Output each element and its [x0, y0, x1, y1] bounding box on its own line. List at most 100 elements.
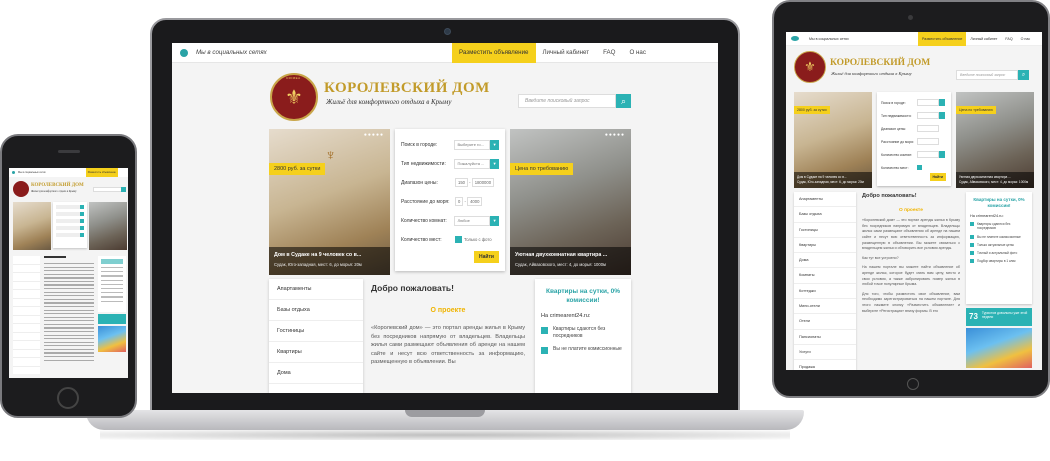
price-range[interactable]	[917, 125, 939, 132]
nav-about[interactable]: О нас	[1017, 32, 1035, 46]
social-icon[interactable]	[791, 36, 799, 41]
sidebar-item[interactable]: Пансионаты	[794, 330, 856, 345]
social-icon[interactable]	[180, 48, 188, 57]
sidebar-item[interactable]: Услуги	[794, 345, 856, 361]
sidebar-item[interactable]: Дома	[794, 253, 856, 269]
about-text-2: На нашем портале вы можете найти объявле…	[862, 265, 960, 287]
sidebar-item[interactable]: Продажа	[794, 360, 856, 370]
chevron-down-icon[interactable]: ▼	[490, 215, 499, 226]
top-nav: Разместить объявление Личный кабинет FAQ…	[452, 43, 653, 63]
type-select[interactable]	[917, 112, 939, 119]
nav-post-ad[interactable]: Разместить объявление	[918, 32, 967, 46]
chevron-down-icon[interactable]	[939, 99, 945, 106]
sidebar-item[interactable]: Квартиры	[794, 238, 856, 254]
camera-icon	[444, 28, 451, 35]
listing-title[interactable]: Дом в Судаке на 9 человек со в...	[274, 252, 385, 258]
promo-title: Квартиры на сутки, 0% комиссии!	[973, 197, 1025, 208]
nav-faq[interactable]: FAQ	[1001, 32, 1016, 46]
find-button[interactable]: Найти	[474, 251, 499, 263]
find-button[interactable]: Найти	[929, 173, 946, 181]
price-from-input[interactable]: 150	[455, 178, 468, 187]
sidebar-item[interactable]: Базы отдыха	[794, 207, 856, 223]
search-form: Поиск в городе: Выберите го... ▼ Тип нед…	[395, 129, 505, 271]
sidebar-item[interactable]: Апартаменты	[794, 192, 856, 208]
promo-site: На crimearent24.ru:	[970, 214, 1004, 218]
promo-block: Квартиры на сутки, 0% комиссии! На crime…	[535, 279, 631, 393]
hero-section: ●●●●● ♆ 2800 руб. за сутки Дом в Судаке …	[172, 129, 718, 279]
category-sidebar: Апартаменты Базы отдыха Гостиницы Кварти…	[269, 279, 363, 393]
stats-badge[interactable]: 73 Туристов довольны уже этой недели	[966, 308, 1032, 326]
listing-card-1[interactable]: ●●●●● ♆ 2800 руб. за сутки Дом в Судаке …	[269, 129, 390, 275]
social-icon[interactable]	[12, 171, 15, 174]
logo-emblem[interactable]: ⚜	[270, 73, 318, 121]
photo-checkbox[interactable]	[917, 165, 922, 170]
sidebar-item-flats[interactable]: Квартиры	[269, 342, 363, 363]
listing-card-2[interactable]: Цена по требованию Уютная двухкомнатная …	[956, 92, 1034, 188]
listing-caption: Уютная двухкомнатная квартира ... Судак, …	[956, 172, 1034, 188]
sea-to-input[interactable]: 4000	[467, 197, 483, 206]
nav-post-ad[interactable]: Разместить объявление	[85, 168, 118, 177]
logo-emblem[interactable]: ⚜	[794, 51, 826, 83]
speaker-grille	[58, 150, 80, 153]
nav-faq[interactable]: FAQ	[596, 43, 622, 63]
listing-location: Судак, Юго-западная, мест: 6, до морья: …	[274, 262, 362, 267]
rooms-select[interactable]	[917, 151, 939, 158]
sidebar-item-hotels[interactable]: Гостиницы	[269, 321, 363, 342]
home-button[interactable]	[907, 378, 919, 390]
listing-card-1[interactable]	[13, 202, 51, 250]
nav-cabinet[interactable]: Личный кабинет	[966, 32, 1001, 46]
search-input[interactable]: Введите поисковый запрос	[956, 70, 1018, 80]
chevron-down-icon[interactable]	[939, 112, 945, 119]
search-button[interactable]: ⌕	[1018, 70, 1029, 80]
rooms-select[interactable]: Любое	[454, 215, 491, 226]
listing-title[interactable]: Уютная двухкомнатная квартира ...	[515, 252, 626, 258]
nav-cabinet[interactable]: Личный кабинет	[536, 43, 597, 63]
listing-price: 2800 руб. за сутки	[794, 106, 830, 114]
search-button[interactable]	[121, 187, 126, 192]
sidebar-item[interactable]: Гостиницы	[794, 223, 856, 238]
stats-badge[interactable]	[98, 314, 126, 324]
listing-caption: Дом в Судаке на 9 человек со в... Судак,…	[269, 247, 390, 275]
sidebar-item-bases[interactable]: Базы отдыха	[269, 300, 363, 321]
type-select[interactable]: Пожалуйста ...	[454, 158, 491, 169]
sea-from-input[interactable]: 0	[455, 197, 464, 206]
sidebar-item[interactable]: Коттеджи	[794, 284, 856, 300]
listing-card-2[interactable]: ●●●●● Цена по требованию Уютная двухкомн…	[510, 129, 631, 275]
sidebar-item-apartments[interactable]: Апартаменты	[269, 279, 363, 300]
sidebar-item[interactable]: Отели	[794, 314, 856, 330]
places-label: Количество мест:	[881, 165, 909, 170]
photo-checkbox[interactable]	[455, 236, 462, 243]
nav-about[interactable]: О нас	[622, 43, 652, 63]
promo-image[interactable]	[98, 326, 126, 352]
city-select[interactable]: Выберите го...	[454, 139, 491, 150]
logo-emblem[interactable]	[13, 181, 29, 197]
slider-dots[interactable]: ●●●●●	[364, 132, 384, 138]
nav-post-ad[interactable]: Разместить объявление	[452, 43, 536, 63]
price-to-input[interactable]: 1800000	[471, 178, 495, 187]
city-select[interactable]	[917, 99, 939, 106]
slider-dots[interactable]: ●●●●●	[605, 132, 625, 138]
promo-image[interactable]	[966, 328, 1032, 368]
listing-card-2[interactable]	[89, 202, 127, 250]
chevron-down-icon[interactable]	[939, 151, 945, 158]
listing-card-1[interactable]: 2800 руб. за сутки Дом в Судаке на 9 чел…	[794, 92, 872, 188]
promo-item: Только актуальные цены	[970, 242, 1028, 247]
site-header: ⚜ CRIMEA КОРОЛЕВСКИЙ ДОМ Жильё для комфо…	[172, 63, 718, 129]
check-icon	[541, 347, 548, 354]
sidebar-item-houses[interactable]: Дома	[269, 363, 363, 384]
search-button[interactable]: ⌕	[616, 94, 631, 108]
search-input[interactable]: Введите поисковый запрос	[518, 94, 616, 108]
sea-range[interactable]	[917, 138, 939, 145]
sidebar-item[interactable]: Комнаты	[794, 268, 856, 284]
stats-text: Туристов довольны уже этой недели	[981, 311, 1028, 320]
search-input[interactable]	[93, 187, 123, 192]
chevron-down-icon[interactable]: ▼	[490, 139, 499, 150]
brand-name: КОРОЛЕВСКИЙ ДОМ	[324, 80, 490, 96]
about-text-3: Для того, чтобы разместить свое объявлен…	[862, 291, 960, 313]
phone-device: Мы в социальных сетях Разместить объявле…	[0, 134, 137, 418]
sidebar-item[interactable]: Мини-отели	[794, 299, 856, 315]
chevron-down-icon[interactable]: ▼	[490, 158, 499, 169]
listing-price: Цена по требованию	[510, 163, 574, 175]
promo-item-text: Вы не платите комиссионные	[553, 346, 622, 352]
home-button[interactable]	[57, 387, 79, 409]
